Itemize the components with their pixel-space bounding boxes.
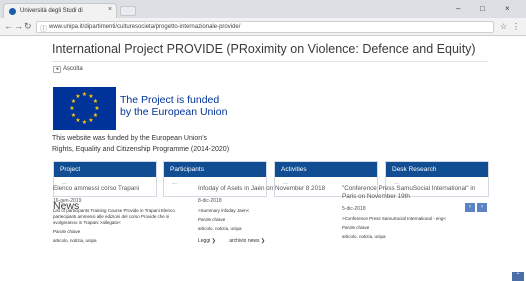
funding-line2: Rights, Equality and Citizenship Program… <box>52 146 230 153</box>
news-item-keywords-label: Parole chiave <box>53 229 81 234</box>
star-icon[interactable]: ☆ <box>500 22 507 31</box>
news-item-keywords-label: Parole chiave <box>198 217 226 222</box>
info-icon: ⓘ <box>40 26 47 33</box>
title-divider <box>52 61 488 62</box>
listen-label: Ascolta <box>63 66 83 72</box>
news-item-keywords: articolo, notizia, unipa <box>53 238 97 243</box>
minimize-icon[interactable]: – <box>456 4 460 13</box>
news-item: "Conference Press SamuSocial Internation… <box>342 185 488 240</box>
news-archive-link[interactable]: archivio news ❯ <box>229 238 265 244</box>
eu-flag: ★ ★ ★ ★ ★ ★ ★ ★ ★ ★ ★ ★ <box>53 87 116 130</box>
news-item-body: >Conference Press SamuSocial Internation… <box>342 216 447 221</box>
funding-statement: This website was funded by the European … <box>52 133 382 155</box>
menu-icon[interactable]: ⋮ <box>512 22 520 31</box>
eu-banner-line2: by the European Union <box>120 106 228 118</box>
eu-banner-line1: The Project is funded <box>120 94 220 106</box>
news-item-date: 5-dic-2018 <box>342 206 366 212</box>
svg-text:★: ★ <box>69 105 74 112</box>
news-item-links: Leggi ❯ archivio news ❯ <box>198 238 338 244</box>
news-item-date: 16-gen-2019 <box>53 198 82 204</box>
funding-line1: This website was funded by the European … <box>52 135 208 142</box>
svg-text:★: ★ <box>82 119 87 126</box>
svg-text:★: ★ <box>82 91 87 98</box>
news-item-keywords: articolo, notizia, unipa <box>342 234 386 239</box>
eu-stars-circle: ★ ★ ★ ★ ★ ★ ★ ★ ★ ★ ★ ★ <box>69 91 99 126</box>
card-title: Participants <box>164 162 266 177</box>
news-item-keywords-label: Parole chiave <box>342 225 370 230</box>
forward-arrow-icon[interactable]: → <box>14 21 23 31</box>
svg-text:★: ★ <box>88 117 93 124</box>
svg-text:★: ★ <box>75 93 80 100</box>
speaker-icon: ◂ <box>53 66 61 73</box>
card-title: Desk Research <box>386 162 488 177</box>
news-item-date: 8-dic-2018 <box>198 198 222 204</box>
card-title: Project <box>54 162 156 177</box>
close-window-icon[interactable]: × <box>505 4 510 13</box>
svg-text:★: ★ <box>94 105 99 112</box>
browser-tab[interactable]: Università degli Studi di × <box>3 3 117 18</box>
address-bar[interactable]: ⓘ www.unipa.it/dipartimenti/culturesocie… <box>36 21 494 33</box>
back-arrow-icon[interactable]: ← <box>4 21 13 31</box>
reload-icon[interactable]: ↻ <box>24 21 32 32</box>
listen-button[interactable]: ◂ Ascolta <box>53 66 83 73</box>
tab-title: Università degli Studi di <box>20 8 83 14</box>
url-text: www.unipa.it/dipartimenti/culturesocieta… <box>49 24 241 30</box>
maximize-icon[interactable]: □ <box>480 4 485 13</box>
svg-text:★: ★ <box>71 112 76 119</box>
news-item-keywords: articolo, notizia, unipa <box>198 226 242 231</box>
chevron-up-icon[interactable]: ⌃ <box>512 272 524 281</box>
eu-banner-text: The Project is funded by the European Un… <box>120 94 227 118</box>
read-more-link[interactable]: Leggi ❯ <box>198 238 216 244</box>
new-tab-button[interactable] <box>120 6 136 16</box>
news-item-title[interactable]: Infoday of Asels in Jaén on November 8 2… <box>198 185 338 193</box>
browser-tab-bar: Università degli Studi di × – □ × <box>0 0 526 18</box>
news-item-title[interactable]: Elenco ammessi corso Trapani <box>53 185 193 193</box>
eu-funding-banner: ★ ★ ★ ★ ★ ★ ★ ★ ★ ★ ★ ★ The Project is f… <box>53 87 284 130</box>
svg-text:★: ★ <box>93 98 98 105</box>
news-item-body: List of participants Training Course Pro… <box>53 208 175 225</box>
news-item-body: >Summary infoday Jaen< <box>198 208 250 213</box>
university-favicon-icon <box>9 8 16 15</box>
page-content: International Project PROVIDE (PRoximity… <box>0 37 526 281</box>
news-item-title[interactable]: "Conference Press SamuSocial Internation… <box>342 185 488 201</box>
news-item: Elenco ammessi corso Trapani 16-gen-2019… <box>53 185 193 244</box>
tab-close-icon[interactable]: × <box>108 6 112 13</box>
page-title: International Project PROVIDE (PRoximity… <box>52 42 476 56</box>
card-title: Activities <box>275 162 377 177</box>
browser-toolbar: ← → ↻ ⓘ www.unipa.it/dipartimenti/cultur… <box>0 18 526 36</box>
news-item: Infoday of Asels in Jaén on November 8 2… <box>198 185 338 244</box>
